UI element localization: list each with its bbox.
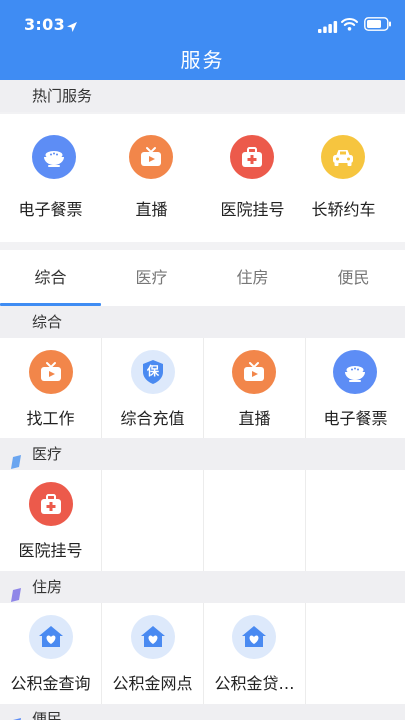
hot-services-heading: 热门服务 [0, 80, 405, 112]
grid-item-meal-ticket[interactable]: 电子餐票 [306, 338, 405, 438]
grid-item-fund-loan[interactable]: 公积金贷… [204, 603, 305, 704]
hot-item-hospital[interactable]: 医院挂号 [202, 114, 303, 242]
medical-kit-icon [29, 482, 73, 526]
section-title: 综合 [32, 313, 63, 331]
section-general-grid: 找工作 保 综合充值 直播 电子餐票 [0, 338, 405, 438]
house-heart-icon [232, 615, 276, 659]
hot-item-label: 直播 [135, 200, 168, 219]
grid-divider [203, 338, 204, 438]
category-tabs: 综合 医疗 住房 便民 [0, 250, 405, 306]
battery-icon [364, 16, 392, 31]
wifi-icon [341, 16, 358, 31]
grid-item-label: 找工作 [26, 409, 75, 428]
hot-item-car[interactable]: 长轿约车 [303, 114, 404, 242]
medical-kit-icon [230, 135, 274, 179]
meal-ticket-icon [333, 350, 377, 394]
live-tv-icon [129, 135, 173, 179]
section-general-heading: 综合 [0, 306, 405, 338]
live-tv-icon [29, 350, 73, 394]
hot-item-label: 长轿约车 [311, 200, 376, 219]
status-bar: 3:03 [0, 0, 405, 44]
status-time: 3:03 [24, 15, 65, 34]
grid-item-label: 公积金贷… [214, 674, 295, 693]
grid-item-recharge[interactable]: 保 综合充值 [102, 338, 203, 438]
tab-housing[interactable]: 住房 [202, 250, 303, 306]
tab-general[interactable]: 综合 [0, 250, 101, 306]
grid-item-fund-query[interactable]: 公积金查询 [0, 603, 101, 704]
hot-services-title: 热门服务 [32, 87, 93, 105]
section-flag-icon [11, 448, 21, 469]
hot-item-meal-ticket[interactable]: 电子餐票 [0, 114, 101, 242]
app-header: 3:03 服务 [0, 0, 405, 80]
grid-item-label: 直播 [238, 409, 271, 428]
hot-services-grid: 电子餐票 直播 医院挂号 长轿约车 [0, 114, 405, 242]
location-arrow-icon [66, 18, 78, 32]
car-icon [321, 135, 365, 179]
grid-item-find-job[interactable]: 找工作 [0, 338, 101, 438]
grid-item-label: 综合充值 [120, 409, 185, 428]
cellular-signal-icon [318, 18, 338, 33]
house-heart-icon [131, 615, 175, 659]
grid-item-live[interactable]: 直播 [204, 338, 305, 438]
meal-ticket-icon [32, 135, 76, 179]
section-medical-grid: 医院挂号 [0, 470, 405, 571]
grid-divider [101, 338, 102, 438]
shield-bao-icon: 保 [131, 350, 175, 394]
section-title: 住房 [32, 578, 63, 596]
hot-item-live[interactable]: 直播 [101, 114, 202, 242]
section-flag-icon [11, 581, 21, 602]
house-heart-icon [29, 615, 73, 659]
grid-item-label: 医院挂号 [18, 541, 83, 560]
grid-divider [305, 470, 306, 571]
section-title: 便民 [32, 710, 63, 720]
section-housing-grid: 公积金查询 公积金网点 公积金贷… [0, 603, 405, 704]
section-medical-heading: 医疗 [0, 438, 405, 470]
grid-divider [203, 470, 204, 571]
grid-item-label: 公积金查询 [10, 674, 91, 693]
tab-convenience[interactable]: 便民 [303, 250, 404, 306]
grid-item-label: 电子餐票 [323, 409, 388, 428]
grid-item-label: 公积金网点 [112, 674, 193, 693]
section-convenience-heading: 便民 [0, 704, 405, 720]
grid-item-fund-branch[interactable]: 公积金网点 [102, 603, 203, 704]
grid-divider [101, 603, 102, 704]
grid-divider [203, 603, 204, 704]
grid-divider [305, 338, 306, 438]
page-title: 服务 [180, 48, 225, 72]
live-tv-icon [232, 350, 276, 394]
section-title: 医疗 [32, 445, 63, 463]
hot-item-label: 医院挂号 [220, 200, 285, 219]
shield-glyph: 保 [146, 364, 159, 378]
grid-item-hospital[interactable]: 医院挂号 [0, 470, 101, 571]
section-housing-heading: 住房 [0, 571, 405, 603]
hot-item-label: 电子餐票 [18, 200, 83, 219]
tab-medical[interactable]: 医疗 [101, 250, 202, 306]
grid-divider [101, 470, 102, 571]
section-flag-icon [11, 712, 21, 720]
grid-divider [305, 603, 306, 704]
